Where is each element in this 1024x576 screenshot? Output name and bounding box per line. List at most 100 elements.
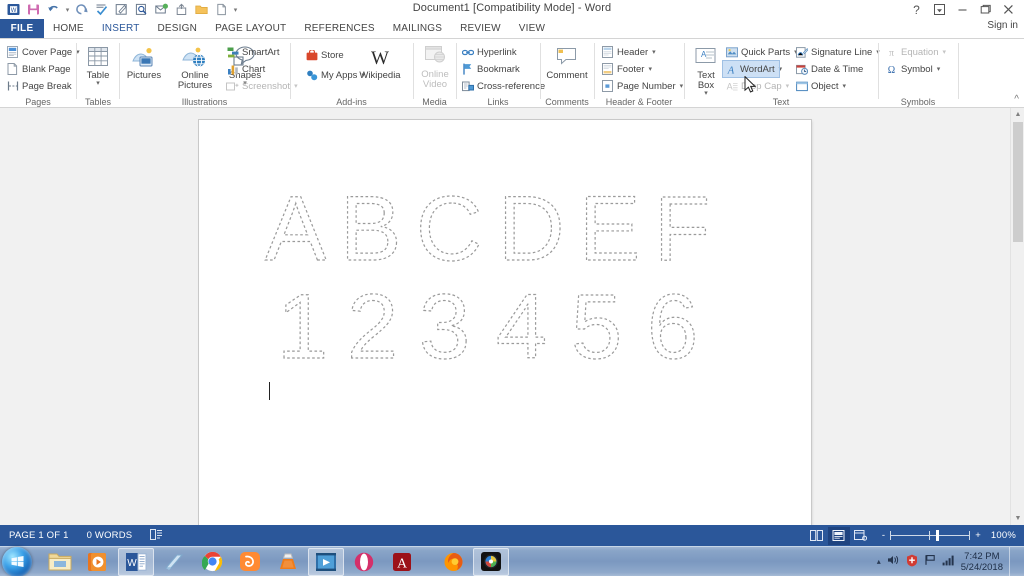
zoom-out-button[interactable]: - (882, 530, 885, 541)
svg-text:π: π (889, 48, 894, 58)
window-controls[interactable]: ? (905, 1, 1020, 18)
page-number-button[interactable]: Page Number ▾ (599, 78, 685, 94)
chevron-down-icon[interactable]: ▾ (842, 82, 846, 90)
tab-references[interactable]: REFERENCES (295, 19, 383, 38)
help-icon[interactable]: ? (905, 1, 928, 18)
chrome-icon[interactable] (194, 548, 230, 576)
web-layout-icon[interactable] (850, 527, 872, 545)
footer-button[interactable]: Footer ▾ (599, 61, 654, 77)
chevron-down-icon[interactable]: ▾ (71, 80, 125, 87)
tab-page-layout[interactable]: PAGE LAYOUT (206, 19, 295, 38)
chevron-down-icon[interactable]: ▾ (786, 82, 790, 90)
collapse-ribbon-button[interactable]: ^ (1014, 94, 1019, 105)
cross-reference-button[interactable]: Cross-reference (459, 78, 547, 94)
cross-reference-icon (461, 80, 474, 93)
tab-insert[interactable]: INSERT (92, 19, 149, 38)
screenshot-button[interactable]: Screenshot ▾ (224, 78, 300, 94)
zoom-in-button[interactable]: + (975, 530, 981, 541)
sign-in-link[interactable]: Sign in (987, 20, 1018, 31)
close-icon[interactable] (997, 1, 1020, 18)
store-button[interactable]: Store (303, 47, 346, 63)
tab-file[interactable]: FILE (0, 19, 44, 38)
ribbon-display-options-icon[interactable] (928, 1, 951, 18)
blank-page-button[interactable]: Blank Page (4, 61, 73, 77)
windows-start-orb-icon[interactable] (2, 546, 32, 576)
zoom-control[interactable]: - + 100% (872, 530, 1016, 541)
date-time-button[interactable]: Date & Time (793, 61, 865, 77)
zoom-slider-handle[interactable] (936, 530, 940, 541)
show-desktop-button[interactable] (1009, 546, 1018, 576)
page-break-button[interactable]: Page Break (4, 78, 74, 94)
firefox-icon[interactable] (435, 548, 471, 576)
wordart-button[interactable]: A WordArt ▾ (722, 60, 782, 78)
file-explorer-icon[interactable] (42, 548, 78, 576)
object-button[interactable]: Object ▾ (793, 78, 848, 94)
show-hidden-icons-icon[interactable]: ▴ (877, 557, 881, 566)
network-signal-icon[interactable] (942, 554, 955, 569)
bookmark-button[interactable]: Bookmark (459, 61, 522, 77)
minimize-icon[interactable] (951, 1, 974, 18)
tab-mailings[interactable]: MAILINGS (384, 19, 451, 38)
zoom-percentage[interactable]: 100% (986, 530, 1016, 541)
page-indicator[interactable]: PAGE 1 OF 1 (0, 530, 78, 541)
scroll-down-arrow-icon[interactable]: ▼ (1011, 512, 1024, 525)
media-player-icon[interactable] (80, 548, 116, 576)
ribbon-tab-strip[interactable]: FILE HOME INSERT DESIGN PAGE LAYOUT REFE… (0, 19, 1024, 38)
chevron-down-icon[interactable]: ▾ (943, 48, 947, 56)
print-layout-icon[interactable] (827, 526, 850, 545)
chevron-down-icon[interactable]: ▾ (937, 65, 941, 73)
video-editor-icon[interactable] (308, 547, 344, 576)
cross-reference-label: Cross-reference (477, 80, 546, 92)
zoom-slider[interactable] (890, 530, 971, 541)
adobe-reader-icon[interactable]: A (384, 548, 420, 576)
word-icon[interactable]: W (118, 547, 154, 576)
taskbar-clock[interactable]: 7:42 PM 5/24/2018 (961, 551, 1003, 573)
scrollbar-thumb[interactable] (1013, 122, 1023, 242)
quick-parts-button[interactable]: Quick Parts ▾ (723, 44, 800, 60)
chevron-down-icon[interactable]: ▾ (779, 65, 783, 73)
tab-home[interactable]: HOME (44, 19, 93, 38)
document-page[interactable]: .trace-txt{ font-family:"Liberation Sans… (199, 120, 811, 525)
chevron-down-icon[interactable]: ▾ (652, 48, 656, 56)
vertical-scrollbar[interactable]: ▲ ▼ (1010, 108, 1024, 525)
svg-text:Ω: Ω (888, 65, 895, 75)
volume-icon[interactable] (887, 554, 900, 569)
antivirus-icon[interactable] (906, 554, 918, 570)
chevron-down-icon[interactable]: ▾ (648, 65, 652, 73)
notepad-icon[interactable] (156, 548, 192, 576)
group-label-symbols: Symbols (900, 97, 936, 107)
chart-button[interactable]: Chart (224, 61, 267, 77)
signature-line-button[interactable]: Signature Line ▾ (793, 44, 882, 60)
read-mode-icon[interactable] (806, 527, 828, 545)
tab-review[interactable]: REVIEW (451, 19, 510, 38)
action-center-flag-icon[interactable] (924, 554, 936, 569)
drop-cap-icon: A (725, 80, 738, 93)
chevron-down-icon[interactable]: ▾ (680, 82, 684, 90)
tab-view[interactable]: VIEW (510, 19, 554, 38)
opera-icon[interactable] (346, 548, 382, 576)
uc-browser-icon[interactable] (232, 548, 268, 576)
scroll-up-arrow-icon[interactable]: ▲ (1011, 108, 1024, 121)
smartart-button[interactable]: SmartArt (224, 44, 281, 60)
equation-button[interactable]: π Equation ▾ (883, 44, 948, 60)
restore-icon[interactable] (974, 1, 997, 18)
tab-design[interactable]: DESIGN (149, 19, 207, 38)
ribbon: Cover Page ▾ Blank Page Page Break Pages (0, 38, 1024, 108)
online-pictures-button[interactable]: Online Pictures (170, 43, 220, 91)
drop-cap-button[interactable]: A Drop Cap ▾ (723, 78, 791, 94)
document-canvas[interactable]: .trace-txt{ font-family:"Liberation Sans… (0, 108, 1024, 525)
comment-button[interactable]: Comment (540, 43, 594, 81)
text-box-label: Text Box (697, 70, 715, 91)
page-number-icon (601, 80, 614, 93)
vlc-icon[interactable] (270, 548, 306, 576)
symbol-button[interactable]: Ω Symbol ▾ (883, 61, 942, 77)
word-count[interactable]: 0 WORDS (78, 530, 142, 541)
wikipedia-button[interactable]: W Wikipedia (353, 43, 407, 81)
header-button[interactable]: Header ▾ (599, 44, 658, 60)
online-video-button[interactable]: Online Video (408, 42, 462, 90)
pictures-button[interactable]: Pictures (117, 43, 171, 81)
hyperlink-button[interactable]: Hyperlink (459, 44, 519, 60)
camera-app-icon[interactable] (473, 547, 509, 576)
text-box-button[interactable]: A Text Box ▾ (689, 43, 723, 97)
proofing-errors-icon[interactable] (141, 528, 172, 543)
